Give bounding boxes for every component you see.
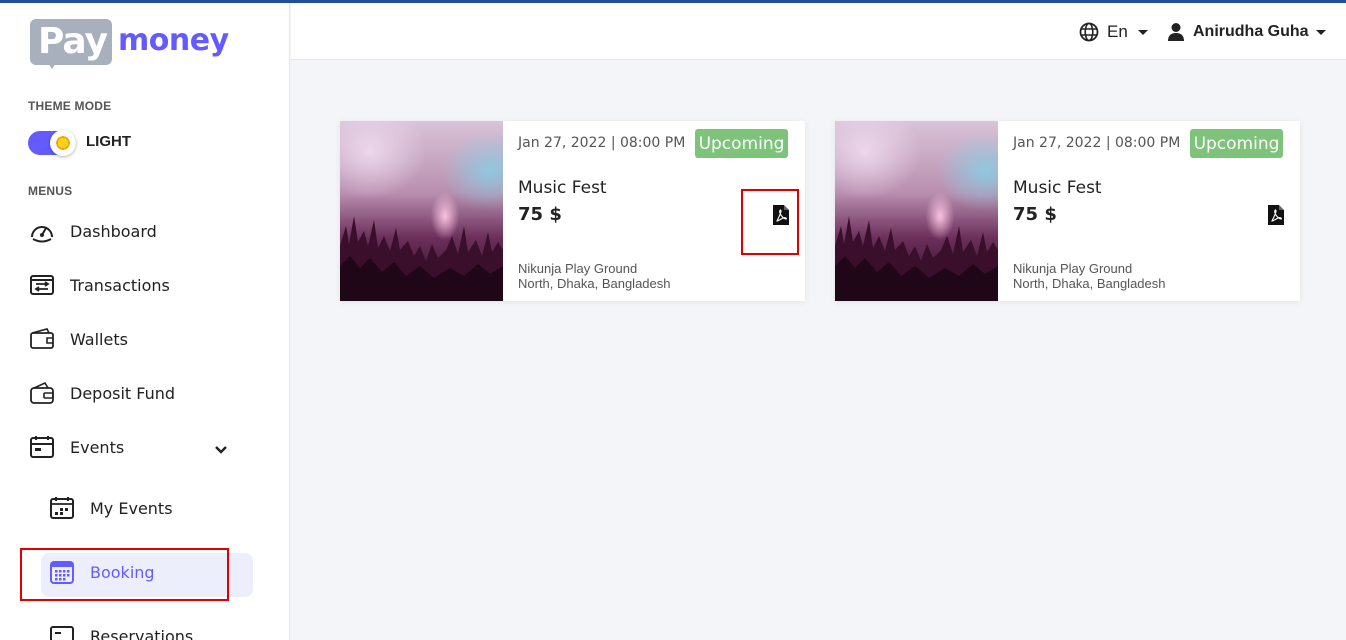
logo-pay-text: Pay	[38, 21, 108, 62]
calendar-icon	[28, 433, 56, 461]
event-card[interactable]: Jan 27, 2022 | 08:00 PM Upcoming Music F…	[835, 121, 1300, 301]
sidebar: Pay money THEME MODE LIGHT MENUS Dashboa…	[0, 3, 290, 640]
sidebar-item-events[interactable]: Events	[28, 432, 124, 462]
event-card[interactable]: Jan 27, 2022 | 08:00 PM Upcoming Music F…	[340, 121, 805, 301]
globe-icon	[1079, 22, 1099, 42]
sidebar-item-label: Deposit Fund	[70, 383, 176, 403]
event-location-line1: Nikunja Play Ground	[518, 261, 638, 276]
menus-label: MENUS	[28, 184, 73, 198]
logo-money-text: money	[118, 23, 229, 58]
event-price: 75 $	[518, 204, 562, 225]
caret-down-icon	[1315, 29, 1326, 35]
sidebar-item-label: Reservations	[90, 626, 194, 640]
event-location-line2: North, Dhaka, Bangladesh	[518, 276, 671, 291]
sidebar-item-label: My Events	[90, 498, 173, 518]
sidebar-item-label: Events	[70, 437, 125, 457]
theme-mode-value: LIGHT	[86, 133, 131, 150]
transfer-icon	[28, 271, 56, 299]
chevron-down-icon[interactable]	[214, 442, 228, 460]
status-badge: Upcoming	[1190, 129, 1283, 158]
event-price: 75 $	[1013, 204, 1057, 225]
sidebar-item-wallets[interactable]: Wallets	[28, 324, 128, 354]
user-menu[interactable]: Anirudha Guha	[1167, 22, 1326, 42]
event-title: Music Fest	[1013, 178, 1102, 198]
sidebar-subitem-reservations[interactable]: Reservations	[48, 621, 193, 640]
sun-icon	[55, 135, 71, 151]
sidebar-item-label: Dashboard	[70, 221, 157, 241]
language-label: En	[1107, 22, 1128, 41]
sidebar-item-deposit-fund[interactable]: Deposit Fund	[28, 378, 175, 408]
speedometer-icon	[28, 217, 56, 245]
theme-mode-label: THEME MODE	[28, 99, 112, 113]
theme-toggle[interactable]	[28, 130, 76, 156]
highlight-box-pdf	[741, 189, 799, 255]
event-datetime: Jan 27, 2022 | 08:00 PM	[1013, 135, 1181, 151]
event-image	[340, 121, 503, 301]
sidebar-item-transactions[interactable]: Transactions	[28, 270, 170, 300]
user-name: Anirudha Guha	[1193, 23, 1309, 40]
event-location-line2: North, Dhaka, Bangladesh	[1013, 276, 1166, 291]
status-badge: Upcoming	[695, 129, 788, 158]
event-title: Music Fest	[518, 178, 607, 198]
caret-down-icon	[1137, 29, 1148, 35]
top-header: En Anirudha Guha	[291, 3, 1346, 60]
pdf-download-icon[interactable]	[1267, 204, 1285, 226]
sidebar-item-label: Transactions	[70, 275, 170, 295]
event-datetime: Jan 27, 2022 | 08:00 PM	[518, 135, 686, 151]
paymoney-logo[interactable]: Pay money	[30, 17, 235, 73]
user-icon	[1167, 22, 1185, 42]
highlight-box-booking	[20, 548, 229, 601]
sidebar-subitem-my-events[interactable]: My Events	[48, 493, 173, 523]
reservation-icon	[48, 622, 76, 640]
deposit-wallet-icon	[28, 379, 56, 407]
sidebar-item-label: Wallets	[70, 329, 128, 349]
calendar-grid-icon	[48, 494, 76, 522]
wallet-icon	[28, 325, 56, 353]
event-location-line1: Nikunja Play Ground	[1013, 261, 1133, 276]
event-image	[835, 121, 998, 301]
language-selector[interactable]: En	[1079, 22, 1148, 42]
sidebar-item-dashboard[interactable]: Dashboard	[28, 216, 157, 246]
